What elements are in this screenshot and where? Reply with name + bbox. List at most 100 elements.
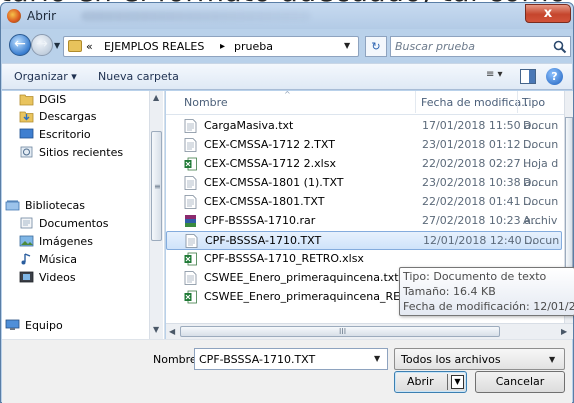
folder-icon [68, 40, 82, 52]
back-button[interactable]: ← [9, 34, 31, 56]
help-button[interactable]: ? [546, 68, 563, 85]
organize-menu[interactable]: Organizar ▾ [14, 70, 77, 83]
blurred-background-text [81, 11, 311, 21]
excel-file-icon [184, 252, 197, 266]
filename-input[interactable] [195, 349, 371, 369]
file-list-vertical-thumb[interactable] [565, 117, 573, 277]
search-icon[interactable] [553, 40, 567, 54]
rar-file-icon [184, 214, 197, 228]
file-row[interactable]: CEX-CMSSA-1801.TXT 22/02/2018 01:41 ... Do… [166, 193, 562, 212]
file-type: Docun [523, 138, 559, 151]
column-header-name[interactable]: Nombre [184, 96, 228, 109]
back-arrow-icon: ← [14, 36, 26, 52]
scroll-down-icon[interactable]: ▼ [153, 325, 159, 334]
search-input[interactable] [391, 37, 551, 56]
file-type: Archiv [523, 214, 558, 227]
videos-icon [19, 271, 34, 283]
nav-pane-scrollbar[interactable]: ▲ ≡ ▼ [149, 91, 163, 339]
nav-label: Videos [39, 271, 76, 284]
column-divider[interactable] [415, 91, 416, 113]
file-name: CSWEE_Enero_primeraquincena.txt [204, 271, 399, 284]
help-icon: ? [551, 70, 558, 83]
music-icon [21, 253, 31, 265]
file-list-horizontal-scrollbar[interactable]: ◀ III ▶ [166, 323, 573, 339]
excel-file-icon [184, 290, 197, 304]
command-bar: Organizar ▾ Nueva carpeta ≡ ▾ ? [2, 63, 572, 90]
navigation-pane: DGIS Descargas Escritorio Sitios recient… [2, 91, 165, 339]
forward-button[interactable]: → [31, 34, 53, 56]
file-type: Docun [523, 195, 559, 208]
breadcrumb-overflow[interactable]: « [86, 40, 93, 53]
folder-icon [19, 94, 34, 106]
excel-file-icon [184, 157, 197, 171]
refresh-icon: ↻ [371, 40, 381, 53]
file-row[interactable]: CargaMasiva.txt 17/01/2018 11:50 a... Docu… [166, 117, 562, 136]
column-header-date-modified[interactable]: Fecha de modifica... [421, 96, 532, 109]
breadcrumb-ejemplos-reales[interactable]: EJEMPLOS REALES [104, 40, 204, 53]
nav-label: Documentos [39, 217, 109, 230]
breadcrumb-prueba[interactable]: prueba [234, 40, 273, 53]
scroll-right-icon[interactable]: ▶ [561, 327, 567, 336]
recent-locations-dropdown-icon[interactable]: ▼ [54, 41, 60, 50]
dialog-footer: Nombre: ▼ Todos los archivos ▼ Abrir ▼ C… [2, 339, 572, 403]
search-box [390, 36, 571, 57]
file-row[interactable]: CEX-CMSSA-1801 (1).TXT 23/02/2018 10:38 a… [166, 174, 562, 193]
sort-ascending-icon: ^ [284, 90, 291, 99]
nav-label: Música [39, 253, 78, 266]
breadcrumb-separator-icon[interactable]: ▸ [220, 41, 225, 52]
filename-dropdown-icon[interactable]: ▼ [374, 354, 380, 363]
file-name: CEX-CMSSA-1712 2.TXT [204, 138, 335, 151]
new-folder-button[interactable]: Nueva carpeta [98, 70, 179, 83]
file-name: CEX-CMSSA-1801.TXT [204, 195, 325, 208]
scroll-left-icon[interactable]: ◀ [169, 327, 175, 336]
downloads-icon [19, 111, 34, 123]
dialog-window: Abrir x ← → ▼ « EJEMPLOS REALES ▸ prueba… [0, 2, 574, 403]
column-divider[interactable] [517, 91, 518, 113]
scroll-up-icon[interactable]: ▲ [153, 93, 159, 102]
filter-dropdown-icon: ▼ [549, 355, 556, 364]
file-list-horizontal-thumb[interactable]: III [180, 326, 500, 337]
navigation-row: ← → ▼ « EJEMPLOS REALES ▸ prueba ▼ ↻ [1, 29, 573, 61]
column-header-type[interactable]: Tipo [522, 96, 545, 109]
file-type-filter-select[interactable]: Todos los archivos ▼ [394, 348, 565, 370]
file-type: Hoja d [523, 157, 559, 170]
change-view-button[interactable]: ≡ ▾ [486, 69, 514, 85]
nav-label: Descargas [39, 110, 97, 123]
filename-combobox: ▼ [194, 348, 388, 370]
chrome-app-icon [7, 9, 21, 23]
file-row[interactable]: CEX-CMSSA-1712 2.TXT 23/01/2018 01:12 ...… [166, 136, 562, 155]
file-date-modified: 22/02/2018 02:27 ... [422, 157, 535, 170]
address-bar[interactable]: « EJEMPLOS REALES ▸ prueba ▼ [63, 36, 359, 57]
file-open-dialog-screenshot: tarlo en el formato adecuado, tal como s… [0, 0, 574, 403]
nav-label: Equipo [25, 319, 63, 332]
file-type: Docun [524, 234, 560, 247]
address-dropdown-icon[interactable]: ▼ [344, 41, 350, 50]
file-row[interactable]: CPF-BSSSA-1710.rar 27/02/2018 10:23 a... A… [166, 212, 562, 231]
nav-label: Bibliotecas [25, 199, 86, 212]
file-type: Docun [523, 176, 559, 189]
preview-pane-button[interactable] [520, 69, 536, 84]
nav-label: DGIS [39, 93, 67, 106]
text-file-icon [184, 271, 197, 285]
title-bar[interactable]: Abrir x [1, 3, 573, 29]
file-row[interactable]: CEX-CMSSA-1712 2.xlsx 22/02/2018 02:27 ..… [166, 155, 562, 174]
file-name: CPF-BSSSA-1710.rar [204, 214, 316, 227]
text-file-icon [184, 176, 197, 190]
file-name: CPF-BSSSA-1710_RETRO.xlsx [204, 252, 364, 265]
recent-places-icon [20, 146, 33, 158]
window-title: Abrir [27, 9, 57, 23]
close-button[interactable]: x [525, 4, 571, 23]
open-button-label: Abrir [407, 375, 434, 388]
nav-scroll-thumb[interactable]: ≡ [151, 131, 162, 241]
file-type-filter-value: Todos los archivos [401, 353, 501, 366]
text-file-icon [184, 119, 197, 133]
text-file-icon [184, 195, 197, 209]
open-button[interactable]: Abrir ▼ [394, 371, 467, 393]
cancel-button[interactable]: Cancelar [475, 371, 565, 393]
file-date-modified: 23/01/2018 01:12 ... [422, 138, 535, 151]
refresh-button[interactable]: ↻ [365, 36, 387, 57]
file-row[interactable]: CPF-BSSSA-1710.TXT 12/01/2018 12:40 ... Do… [166, 231, 562, 250]
desktop-icon [19, 128, 34, 139]
open-options-dropdown-icon[interactable]: ▼ [451, 375, 464, 389]
text-file-icon [185, 234, 198, 248]
